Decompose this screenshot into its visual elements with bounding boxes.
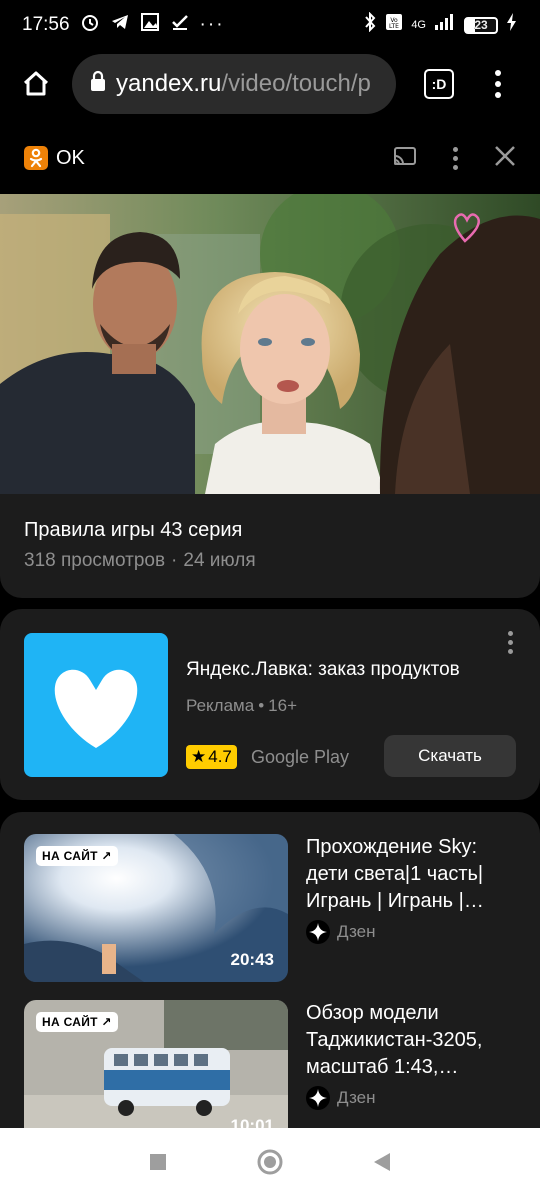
lavka-app-icon: [24, 633, 168, 777]
status-bar: 17:56 ··· Vo LTE 4G 23: [0, 0, 540, 50]
related-video-title[interactable]: Обзор модели Таджикистан-3205, масштаб 1…: [306, 1000, 520, 1081]
video-meta: 318 просмотров · 24 июля: [24, 550, 516, 572]
source-name: Дзен: [337, 922, 376, 941]
cast-icon[interactable]: [393, 144, 417, 173]
address-bar[interactable]: yandex.ru/video/touch/p: [72, 54, 396, 114]
tabs-button[interactable]: :D: [424, 69, 454, 99]
store-name: Google Play: [251, 747, 350, 767]
more-notifications-icon: ···: [199, 14, 225, 35]
related-video-source: Дзен: [306, 1086, 376, 1110]
video-duration: 20:43: [230, 950, 274, 969]
alarm-icon: [80, 12, 100, 38]
system-nav-bar: [0, 1128, 540, 1200]
video-player[interactable]: [0, 194, 540, 494]
rating-value: 4.7: [208, 747, 232, 766]
ad-label: Реклама: [186, 696, 255, 715]
ad-more-icon[interactable]: [508, 631, 513, 654]
video-frame-image: [0, 194, 540, 494]
related-video-title[interactable]: Прохождение Sky: дети света|1 часть| Игр…: [306, 834, 520, 915]
ok-logo-icon: [24, 146, 48, 170]
to-site-badge: НА САЙТ ↗: [36, 1012, 118, 1032]
network-type: 4G: [411, 19, 426, 31]
close-icon[interactable]: [494, 145, 516, 172]
tabs-label: :D: [431, 76, 447, 92]
download-button[interactable]: Скачать: [384, 735, 516, 777]
url-domain: yandex.ru: [116, 70, 222, 97]
video-views: 318 просмотров: [24, 550, 166, 571]
ad-subtitle: Реклама • 16+: [186, 696, 297, 716]
related-video-thumbnail[interactable]: НА САЙТ ↗ 20:43: [24, 834, 288, 982]
browser-menu-button[interactable]: [488, 64, 508, 104]
home-nav-button[interactable]: [256, 1148, 284, 1181]
status-time: 17:56: [22, 14, 70, 35]
video-date: 24 июля: [183, 550, 256, 571]
battery-level: 23: [474, 18, 488, 32]
battery-icon: 23: [464, 16, 498, 34]
home-button[interactable]: [8, 56, 64, 112]
star-icon: ★: [191, 747, 207, 766]
related-video-thumbnail[interactable]: НА САЙТ ↗ 10:01: [24, 1000, 288, 1148]
charging-icon: [506, 12, 518, 38]
bluetooth-icon: [363, 11, 377, 38]
back-button[interactable]: [372, 1151, 392, 1178]
video-info-card: Правила игры 43 серия 318 просмотров · 2…: [0, 494, 540, 598]
rating-badge: ★ 4.7: [186, 745, 237, 769]
site-name: OK: [56, 146, 85, 169]
svg-text:LTE: LTE: [389, 23, 399, 30]
signal-icon: [434, 13, 456, 37]
to-site-badge: НА САЙТ ↗: [36, 846, 118, 866]
meta-separator: ·: [171, 550, 178, 571]
lock-icon: [90, 70, 106, 99]
gallery-icon: [140, 12, 160, 38]
volte-icon: Vo LTE: [385, 12, 403, 38]
ad-title: Яндекс.Лавка: заказ продуктов: [186, 659, 460, 680]
ad-separator: •: [258, 696, 265, 715]
video-title: Правила игры 43 серия: [24, 519, 243, 541]
home-icon: [23, 71, 49, 96]
recents-button[interactable]: [148, 1152, 168, 1177]
check-icon: [170, 12, 190, 38]
source-name: Дзен: [337, 1088, 376, 1107]
site-header: OK: [0, 122, 540, 194]
zen-icon: [306, 920, 330, 944]
browser-toolbar: yandex.ru/video/touch/p :D: [0, 50, 540, 118]
url-path: /video/touch/p: [221, 70, 371, 97]
telegram-icon: [110, 12, 130, 38]
zen-icon: [306, 1086, 330, 1110]
site-more-icon[interactable]: [453, 146, 458, 170]
related-video-source: Дзен: [306, 920, 376, 944]
ad-age: 16+: [268, 696, 297, 715]
